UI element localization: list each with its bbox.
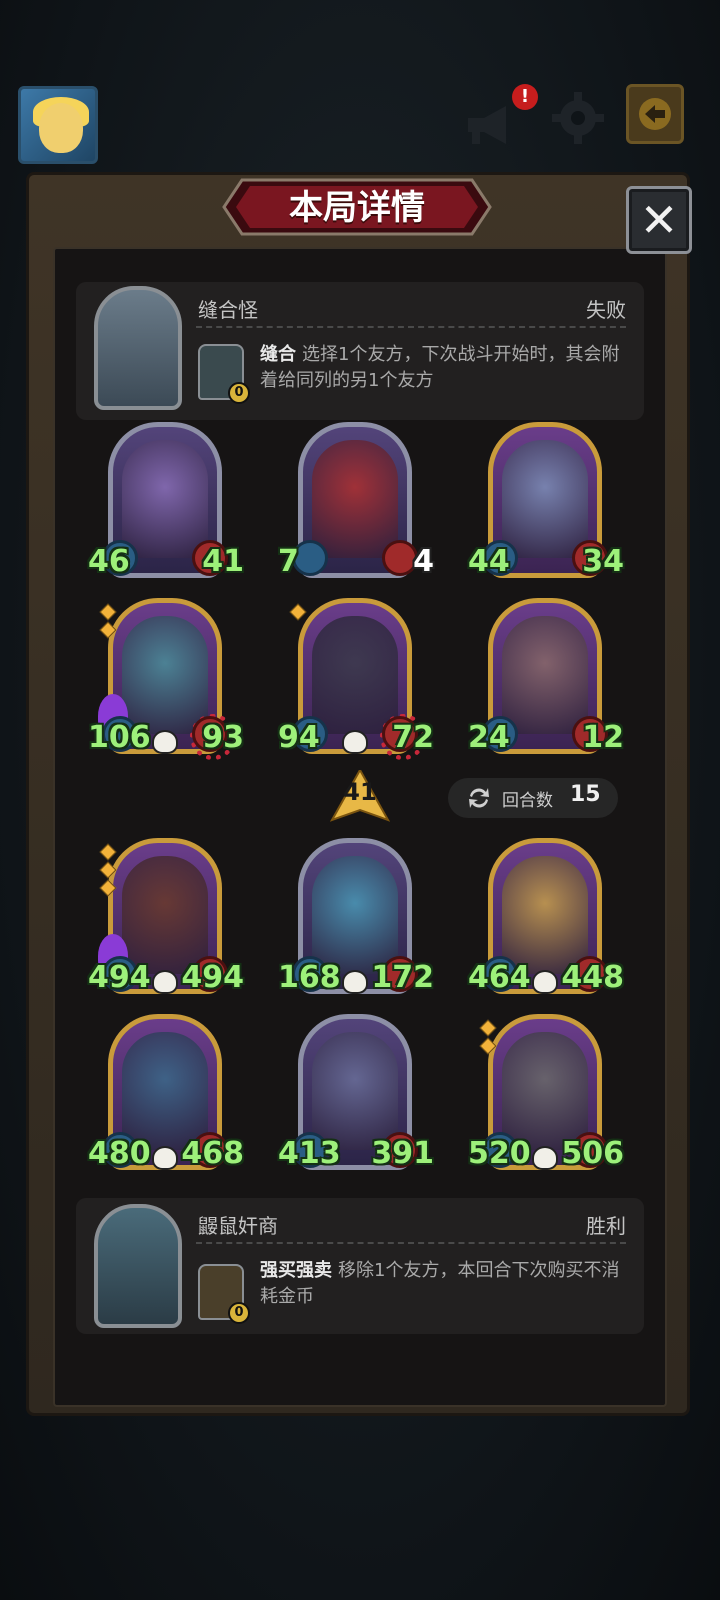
opponent-name: 缝合怪 [198, 298, 258, 322]
close-button[interactable]: ✕ [626, 186, 692, 254]
player-minion-card[interactable]: 520 506 [468, 1014, 624, 1171]
turn-counter-label: 回合数 [502, 791, 553, 811]
opponent-result: 失败 [586, 298, 626, 322]
back-button[interactable] [626, 84, 684, 144]
card-attack: 464 [468, 960, 531, 995]
turn-counter: 回合数 15 [448, 778, 618, 818]
player-minion-card[interactable]: 464 448 [468, 838, 624, 995]
opponent-skill-text: 选择1个友方，下次战斗开始时，其会附着给同列的另1个友方 [260, 344, 620, 391]
card-health: 506 [561, 1136, 624, 1171]
player-skill-icon[interactable]: 0 [198, 1264, 250, 1324]
back-arrow-icon [639, 98, 671, 130]
skull-icon [152, 970, 178, 994]
card-art [312, 856, 398, 974]
card-art [122, 440, 208, 558]
player-skill-name: 强买强卖 [260, 1260, 332, 1281]
coin-cost-badge: 0 [228, 382, 250, 404]
skull-icon [342, 970, 368, 994]
page-title: 本局详情 [289, 188, 425, 228]
card-art [502, 1032, 588, 1150]
card-health: 41 [202, 544, 244, 579]
player-portrait [94, 1204, 182, 1328]
card-health: 93 [202, 720, 244, 755]
card-attack: 44 [468, 544, 510, 579]
skull-icon [152, 1146, 178, 1170]
player-minion-card[interactable]: 168 172 [278, 838, 434, 995]
card-art [312, 440, 398, 558]
skull-icon [342, 730, 368, 754]
turn-counter-value: 15 [570, 782, 601, 807]
card-art [502, 440, 588, 558]
opponent-portrait [94, 286, 182, 410]
gear-icon[interactable] [552, 92, 604, 144]
opponent-minion-card[interactable]: 74 [278, 422, 434, 579]
opponent-summary: 缝合怪 失败 0 缝合 选择1个友方，下次战斗开始时，其会附着给同列的另1个友方 [76, 282, 644, 420]
card-art [122, 856, 208, 974]
player-avatar[interactable] [18, 86, 98, 164]
card-attack: 24 [468, 720, 510, 755]
player-skill-description: 强买强卖 移除1个友方，本回合下次购买不消耗金币 [260, 1258, 630, 1310]
card-attack: 46 [88, 544, 130, 579]
refresh-icon [469, 788, 489, 808]
card-art [312, 1032, 398, 1150]
card-attack: 106 [88, 720, 151, 755]
player-result: 胜利 [586, 1214, 626, 1238]
card-attack: 7 [278, 544, 299, 579]
card-health: 448 [561, 960, 624, 995]
avatar-face [39, 103, 83, 153]
skull-icon [532, 1146, 558, 1170]
card-attack: 494 [88, 960, 151, 995]
opponent-skill-icon[interactable]: 0 [198, 344, 250, 404]
card-attack: 94 [278, 720, 320, 755]
card-attack: 413 [278, 1136, 341, 1171]
card-health: 4 [413, 544, 434, 579]
divider [196, 1242, 626, 1244]
card-attack: 168 [278, 960, 341, 995]
skull-icon [152, 730, 178, 754]
card-art [502, 856, 588, 974]
coin-cost-badge: 0 [228, 1302, 250, 1324]
card-health: 34 [582, 544, 624, 579]
divider [196, 326, 626, 328]
player-minion-card[interactable]: 494 494 [88, 838, 244, 995]
player-minion-card[interactable]: 413 391 [278, 1014, 434, 1171]
card-art [122, 616, 208, 734]
close-icon: ✕ [639, 193, 679, 247]
card-attack: 520 [468, 1136, 531, 1171]
opponent-skill-description: 缝合 选择1个友方，下次战斗开始时，其会附着给同列的另1个友方 [260, 342, 630, 394]
opponent-minion-card[interactable]: 44 34 [468, 422, 624, 579]
notification-badge-icon: ! [512, 84, 538, 110]
skull-icon [532, 970, 558, 994]
opponent-skill-name: 缝合 [260, 344, 296, 365]
top-bar: ! [0, 78, 720, 170]
card-health: 494 [181, 960, 244, 995]
card-health: 468 [181, 1136, 244, 1171]
player-name: 鼹鼠奸商 [198, 1214, 278, 1238]
player-minion-card[interactable]: 480 468 [88, 1014, 244, 1171]
card-art [122, 1032, 208, 1150]
player-summary: 鼹鼠奸商 胜利 0 强买强卖 移除1个友方，本回合下次购买不消耗金币 [76, 1198, 644, 1334]
opponent-minion-card[interactable]: 106 93 [88, 598, 244, 760]
card-art [312, 616, 398, 734]
opponent-minion-card[interactable]: 46 41 [88, 422, 244, 579]
megaphone-icon[interactable] [462, 102, 520, 148]
card-attack: 480 [88, 1136, 151, 1171]
card-health: 172 [371, 960, 434, 995]
opponent-minion-card[interactable]: 24 12 [468, 598, 624, 755]
card-health: 12 [582, 720, 624, 755]
opponent-minion-card[interactable]: 94 72 [278, 598, 434, 760]
card-art [502, 616, 588, 734]
damage-value: 41 [343, 778, 377, 806]
card-health: 391 [371, 1136, 434, 1171]
card-health: 72 [392, 720, 434, 755]
